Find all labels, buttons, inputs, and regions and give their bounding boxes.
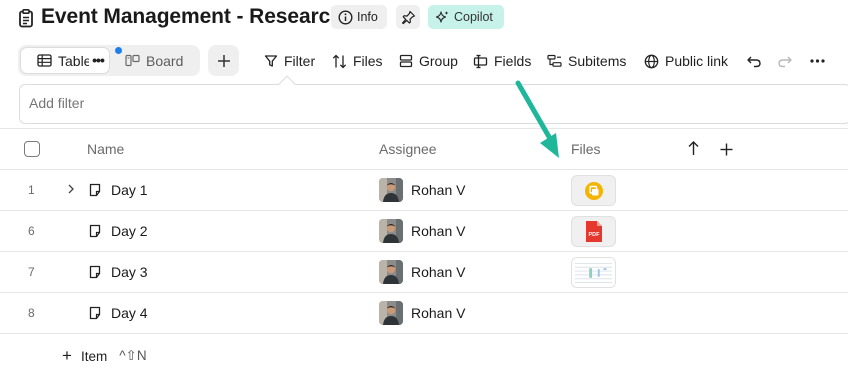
filter-bar — [19, 84, 848, 124]
view-switcher: Table ••• Board — [18, 45, 200, 76]
row-name[interactable]: Day 3 — [111, 264, 148, 280]
filter-button[interactable]: Filter — [264, 50, 315, 72]
board-icon — [125, 54, 140, 67]
column-header-assignee[interactable]: Assignee — [379, 141, 437, 157]
note-icon — [89, 306, 101, 320]
divider — [0, 128, 848, 129]
undo-button[interactable] — [746, 50, 762, 72]
row-number: 6 — [28, 224, 35, 238]
redo-button[interactable] — [777, 50, 793, 72]
pin-icon — [401, 10, 415, 24]
more-icon — [810, 59, 825, 63]
row-name[interactable]: Day 4 — [111, 305, 148, 321]
add-view-button[interactable] — [208, 45, 239, 76]
notification-dot — [115, 47, 122, 54]
assignee-name: Rohan V — [411, 223, 466, 239]
globe-icon — [644, 54, 659, 68]
note-icon — [89, 224, 101, 238]
view-tab-board[interactable]: Board — [125, 48, 183, 73]
info-button[interactable]: Info — [331, 5, 387, 29]
copilot-button[interactable]: Copilot — [428, 5, 504, 29]
avatar — [379, 260, 403, 284]
pin-button[interactable] — [396, 5, 420, 29]
row-name[interactable]: Day 2 — [111, 223, 148, 239]
pdf-icon: PDF — [585, 221, 602, 242]
document-icon — [19, 9, 33, 28]
assignee-name: Rohan V — [411, 305, 466, 321]
assignee-name: Rohan V — [411, 182, 466, 198]
table-row[interactable]: 8 Day 4 Rohan V — [0, 293, 848, 334]
row-number: 8 — [28, 306, 35, 320]
copilot-label: Copilot — [454, 10, 493, 24]
add-filter-input[interactable] — [29, 95, 629, 111]
more-icon[interactable]: ••• — [89, 52, 107, 68]
pdf-label: PDF — [588, 232, 600, 238]
view-tab-board-label: Board — [146, 52, 184, 69]
more-options-button[interactable] — [810, 50, 825, 72]
redo-icon — [778, 56, 792, 68]
assignee-name: Rohan V — [411, 264, 466, 280]
file-thumbnail[interactable] — [571, 175, 616, 206]
avatar — [379, 301, 403, 325]
view-tab-table-label: Table — [58, 52, 92, 69]
row-name[interactable]: Day 1 — [111, 182, 148, 198]
fields-label: Fields — [494, 53, 532, 69]
slides-icon — [584, 181, 603, 200]
page-title: Event Management - Research — [41, 5, 343, 28]
fields-button[interactable]: Fields — [473, 50, 531, 72]
sort-label: Files — [353, 53, 383, 69]
table-row[interactable]: 6 Day 2 Rohan V PDF — [0, 211, 848, 252]
group-label: Group — [419, 53, 458, 69]
fields-icon — [473, 54, 488, 68]
view-tab-table[interactable]: Table ••• — [21, 48, 109, 73]
table-row[interactable]: 7 Day 3 Rohan V — [0, 252, 848, 293]
table-icon — [37, 54, 52, 67]
column-header-name[interactable]: Name — [87, 141, 124, 157]
group-icon — [399, 54, 413, 68]
select-all-checkbox[interactable] — [24, 141, 40, 157]
row-number: 1 — [28, 183, 35, 197]
keyboard-shortcut: ^⇧N — [119, 348, 147, 363]
header: Event Management - Research Info Copilot — [0, 0, 848, 40]
note-icon — [89, 265, 101, 279]
table-row[interactable]: 1 Day 1 Rohan V — [0, 170, 848, 211]
filter-icon — [264, 55, 278, 67]
file-thumbnail[interactable] — [571, 257, 616, 288]
column-header-files[interactable]: Files — [571, 141, 601, 157]
sparkle-icon — [435, 10, 449, 23]
avatar — [379, 219, 403, 243]
public-link-button[interactable]: Public link — [644, 50, 728, 72]
add-column-icon[interactable] — [720, 143, 733, 156]
subitems-icon — [547, 54, 562, 67]
undo-icon — [747, 56, 761, 68]
row-number: 7 — [28, 265, 35, 279]
info-label: Info — [357, 10, 378, 24]
file-thumbnail[interactable]: PDF — [571, 216, 616, 247]
sort-button[interactable]: Files — [332, 50, 383, 72]
group-button[interactable]: Group — [399, 50, 458, 72]
add-item-button[interactable]: + Item ^⇧N — [62, 346, 147, 366]
filter-label: Filter — [284, 53, 316, 69]
sort-icon — [332, 54, 347, 68]
arrow-up-icon[interactable] — [687, 140, 700, 156]
public-link-label: Public link — [665, 53, 729, 69]
plus-icon: + — [62, 346, 72, 365]
add-item-label: Item — [80, 348, 108, 364]
info-icon — [338, 9, 353, 25]
spreadsheet-thumbnail-icon — [572, 258, 615, 287]
chevron-right-icon[interactable] — [66, 183, 76, 195]
avatar — [379, 178, 403, 202]
plus-icon — [217, 54, 230, 67]
note-icon — [89, 183, 101, 197]
subitems-button[interactable]: Subitems — [547, 50, 626, 72]
subitems-label: Subitems — [568, 53, 627, 69]
